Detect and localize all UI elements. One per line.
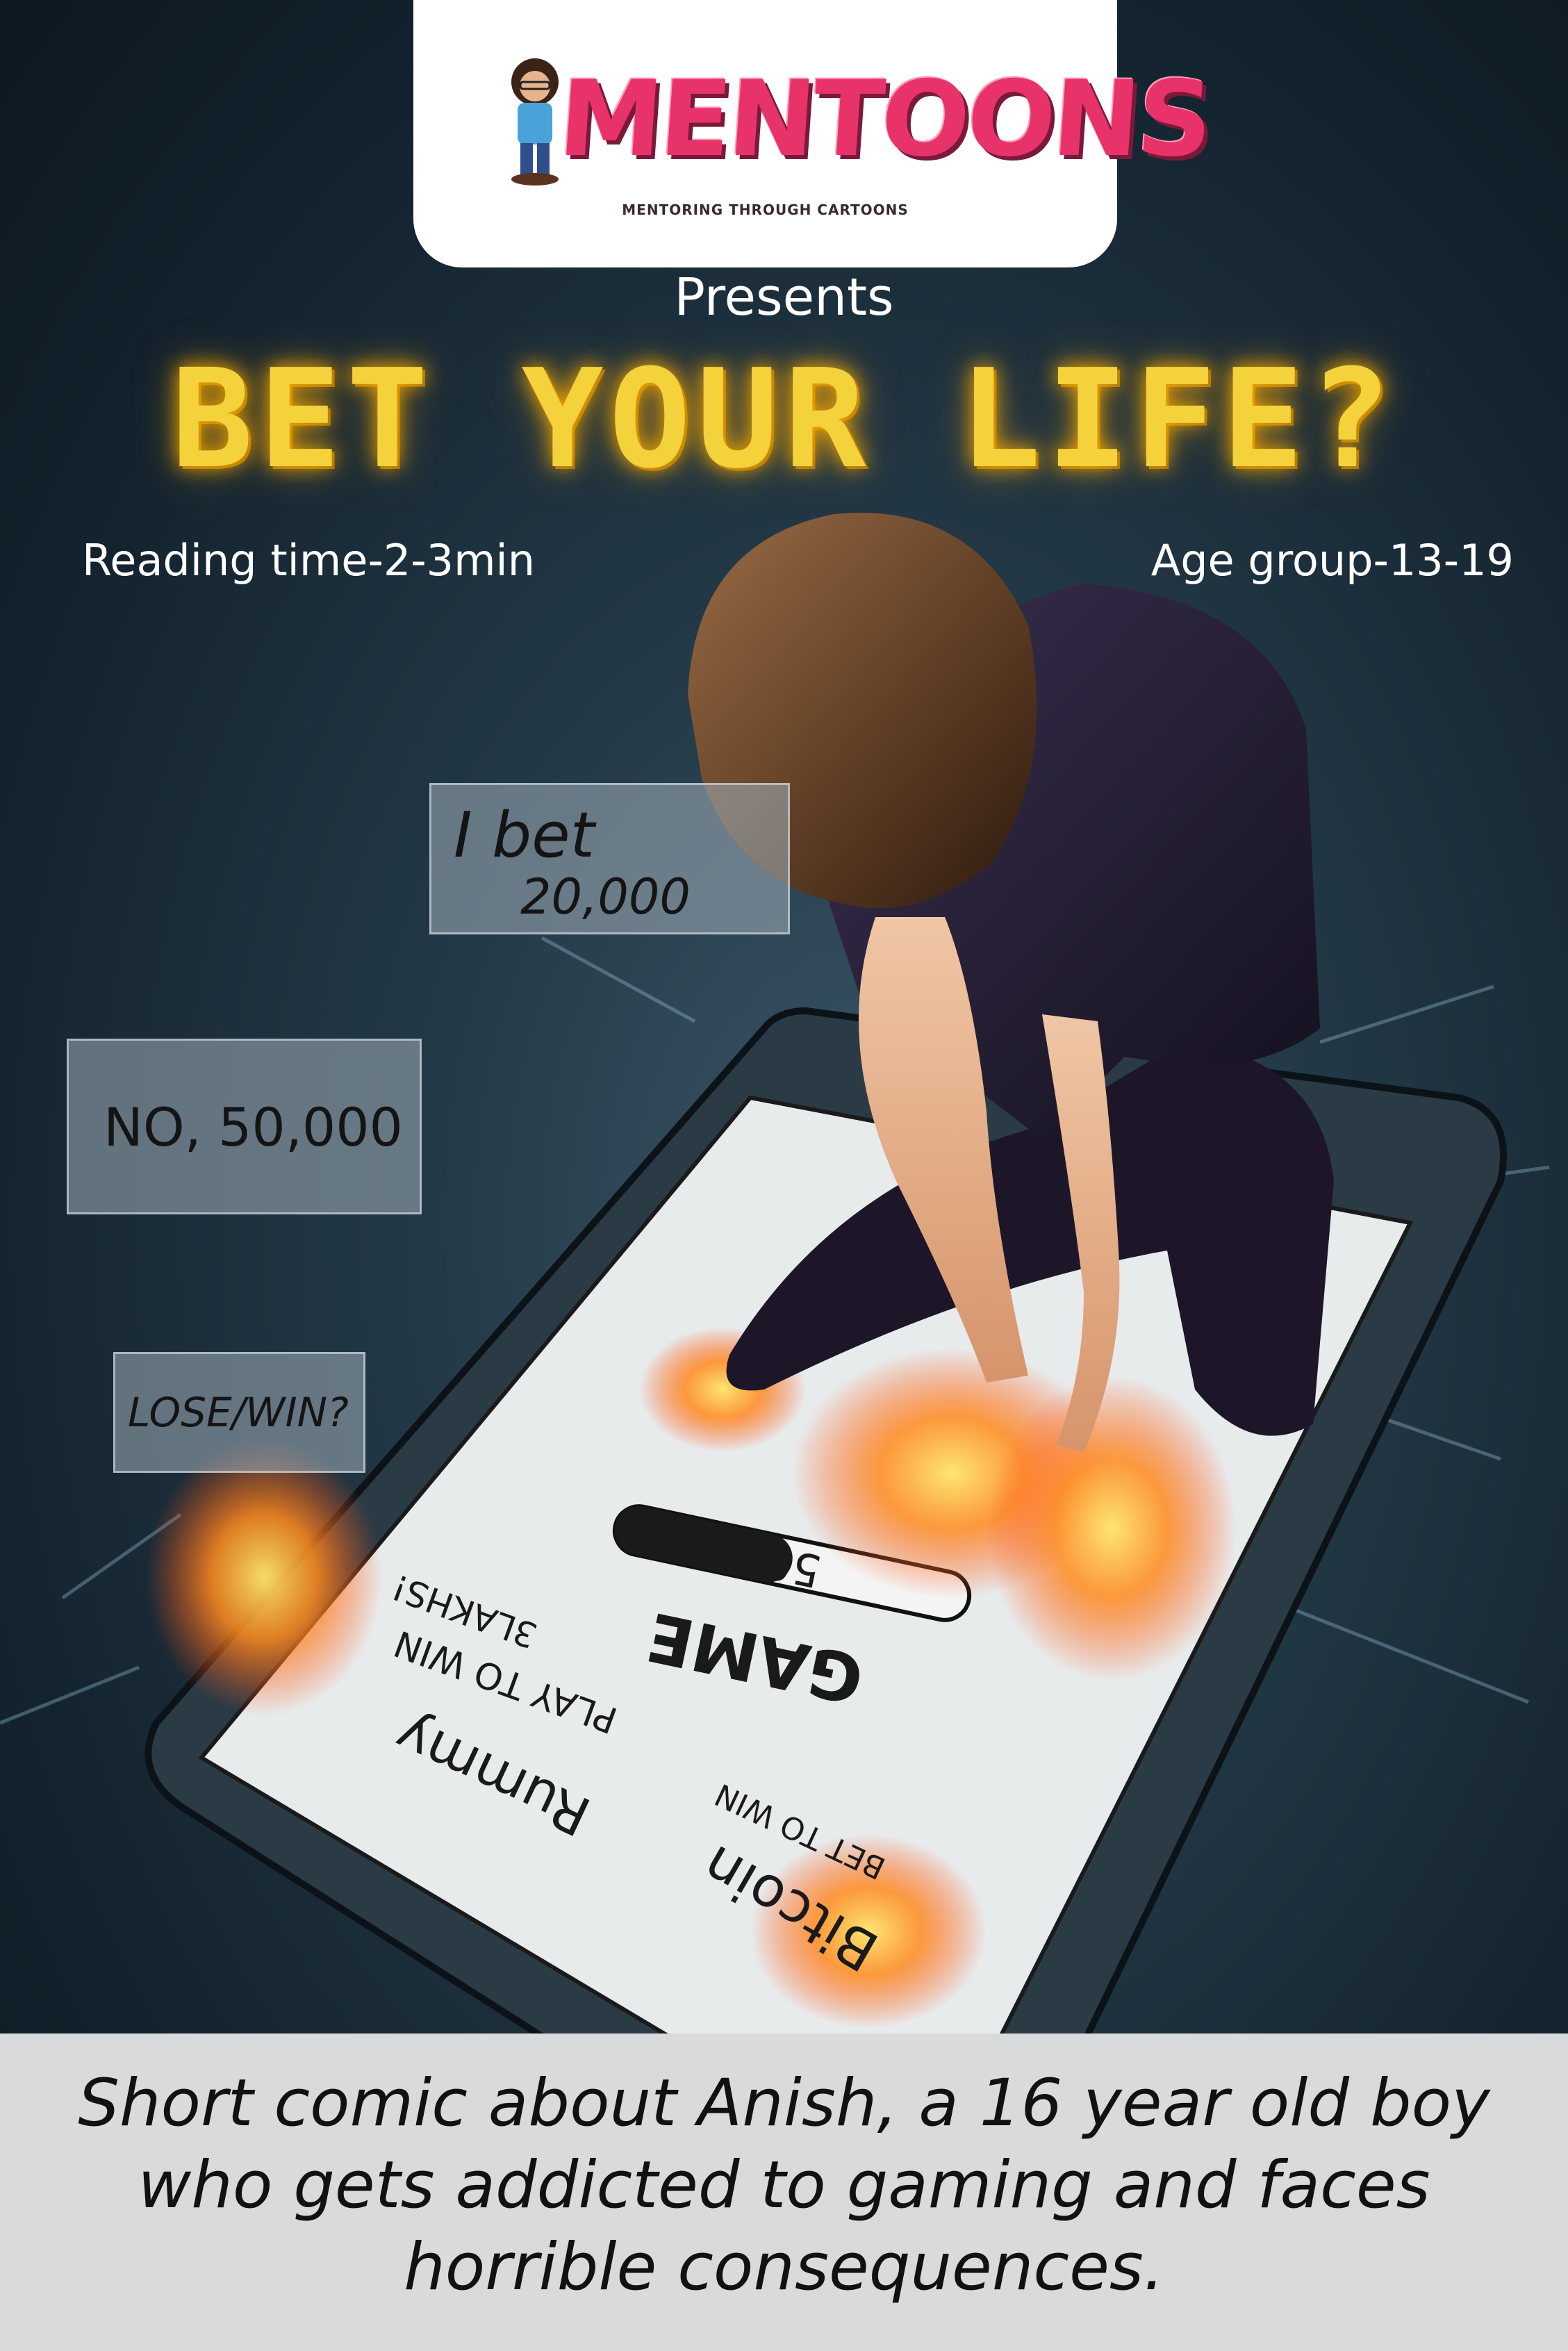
logo-wordmark: MENTOONS — [554, 59, 1214, 180]
bet-line-1: I bet — [454, 799, 595, 872]
comic-title: BET YOUR LIFE? — [171, 340, 1397, 499]
speech-box-bet: I bet 20,000 — [429, 783, 790, 934]
logo-card: MENTOONS MENTORING THROUGH CARTOONS — [413, 0, 1214, 267]
caption-panel: Short comic about Anish, a 16 year old b… — [0, 2034, 1568, 2351]
age-group: Age group-13-19 — [1150, 535, 1514, 586]
reading-time: Reading time-2-3min — [82, 535, 535, 586]
boy-figure — [688, 513, 1334, 1452]
caption-text: Short comic about Anish, a 16 year old b… — [78, 2065, 1490, 2305]
question-text: LOSE/WIN? — [128, 1389, 349, 1436]
bet-line-2: 20,000 — [520, 868, 691, 925]
speech-box-counter: NO, 50,000 — [67, 1039, 422, 1214]
logo-tagline: MENTORING THROUGH CARTOONS — [622, 201, 909, 218]
presents-label: Presents — [674, 267, 894, 327]
speech-box-question: LOSE/WIN? — [113, 1352, 365, 1473]
comic-poster: 50% GAME 3LAKHS! PLAY TO WIN Rummy BET T… — [0, 0, 1568, 2351]
counter-text: NO, 50,000 — [104, 1096, 403, 1158]
